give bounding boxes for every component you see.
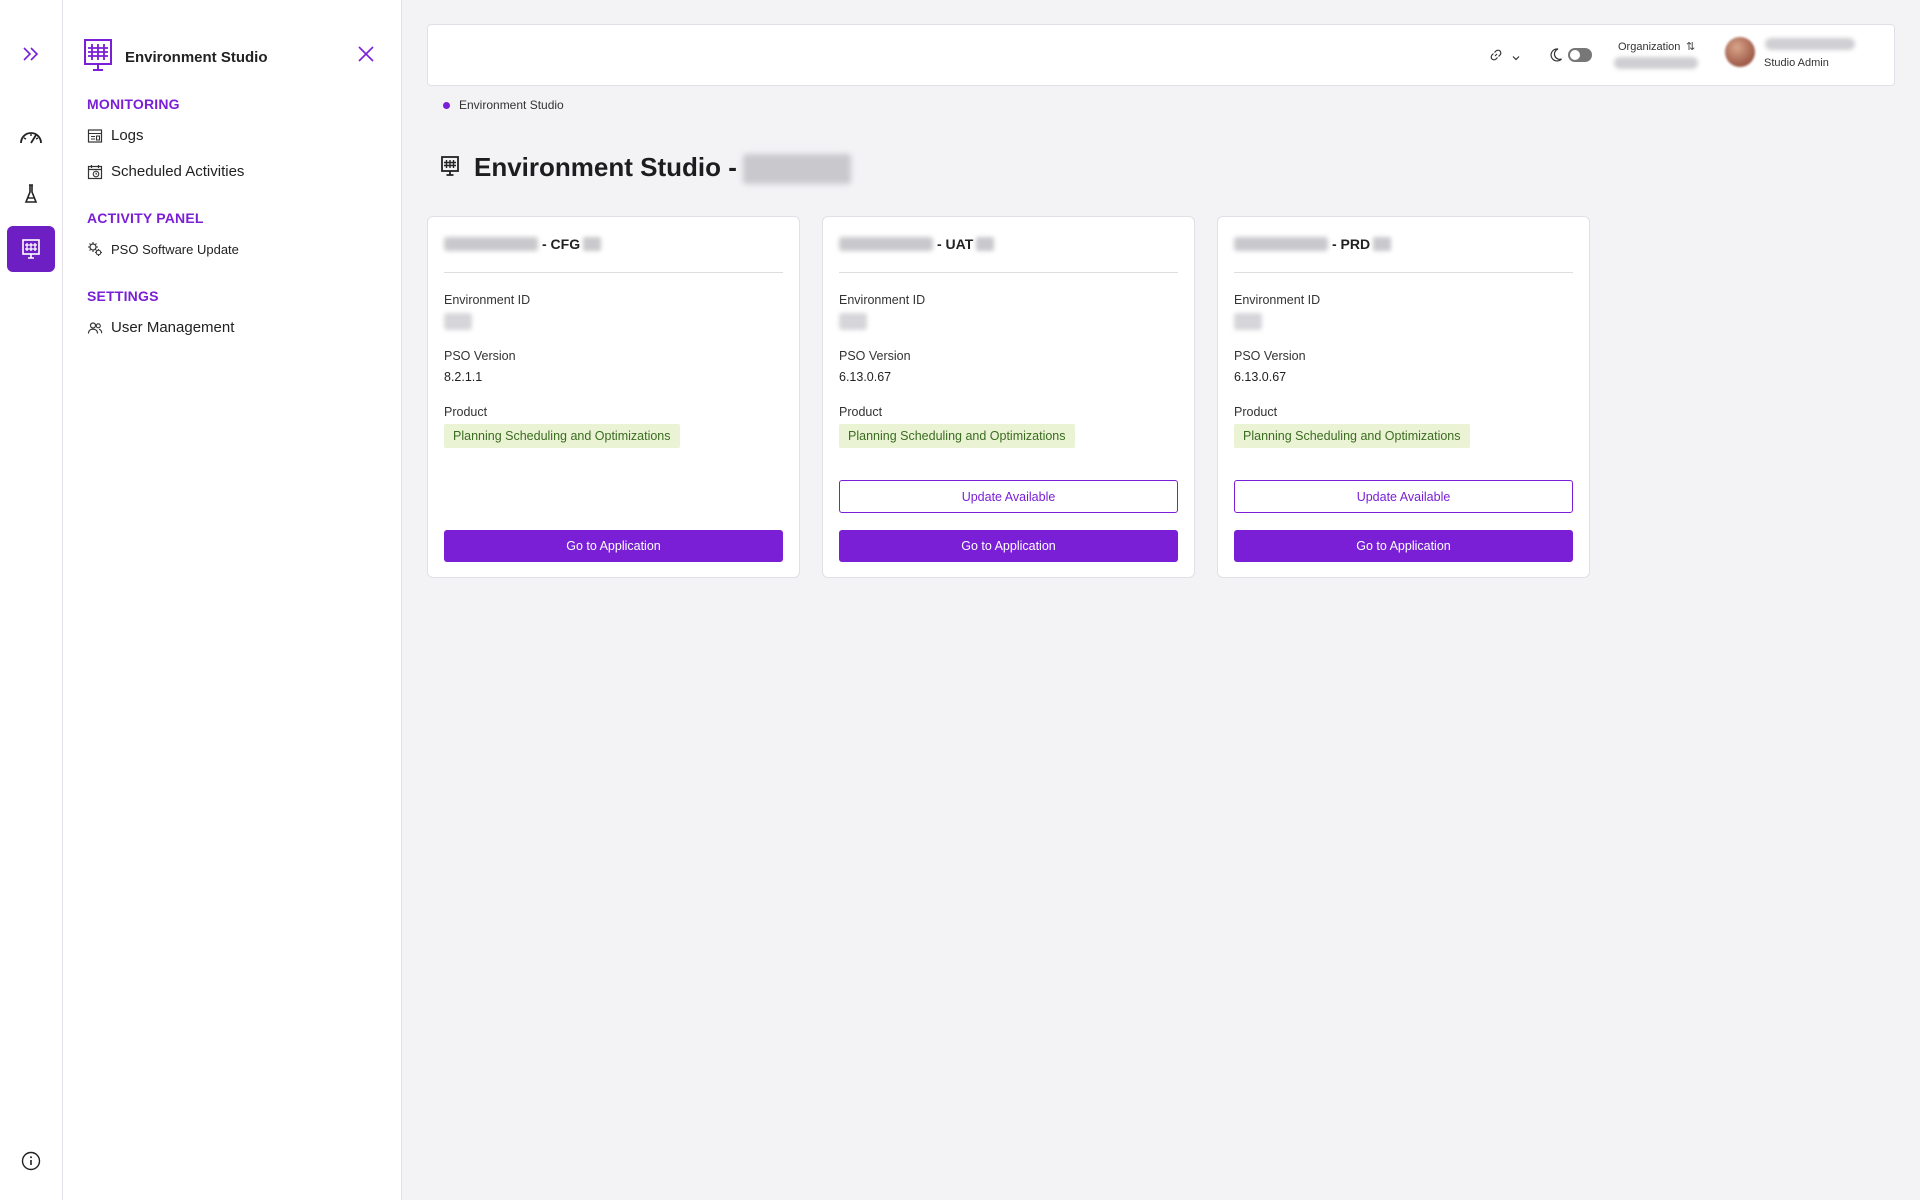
product-label: Product: [839, 405, 883, 419]
nav-item-scheduled-activities[interactable]: Scheduled Activities: [87, 163, 244, 180]
section-monitoring: MONITORING: [87, 96, 180, 112]
info-icon[interactable]: [7, 1138, 55, 1184]
section-activity-panel: ACTIVITY PANEL: [87, 210, 204, 226]
user-role: Studio Admin: [1764, 57, 1829, 69]
nav-item-label: Logs: [111, 127, 144, 144]
grid-board-icon: [440, 155, 460, 182]
pso-version-label: PSO Version: [839, 349, 911, 363]
avatar[interactable]: [1725, 37, 1755, 67]
card-suffix: - CFG: [542, 236, 581, 252]
grid-board-icon: [83, 38, 113, 77]
environment-card: - CFG Environment ID PSO Version 8.2.1.1…: [427, 216, 800, 578]
go-to-application-button[interactable]: Go to Application: [1234, 530, 1573, 562]
users-icon: [87, 320, 103, 336]
section-settings: SETTINGS: [87, 288, 159, 304]
go-to-application-button[interactable]: Go to Application: [444, 530, 783, 562]
panel-title: Environment Studio: [125, 49, 268, 66]
card-title: - PRD: [1234, 236, 1392, 252]
environment-id-redacted: [1234, 313, 1262, 330]
environment-id-label: Environment ID: [444, 293, 531, 307]
swap-organization-icon[interactable]: ⇅: [1686, 40, 1695, 53]
expand-chevrons-icon[interactable]: [7, 31, 55, 77]
dark-mode-toggle[interactable]: [1568, 48, 1592, 62]
go-to-application-button[interactable]: Go to Application: [839, 530, 1178, 562]
breadcrumb-dot: [443, 101, 450, 109]
icon-rail: [0, 0, 63, 1200]
environment-id-redacted: [444, 313, 472, 330]
environment-card: - UAT Environment ID PSO Version 6.13.0.…: [822, 216, 1195, 578]
nav-item-logs[interactable]: Logs: [87, 127, 144, 144]
page-title: Environment Studio -: [474, 152, 851, 185]
organization-label: Organization: [1618, 41, 1681, 53]
calendar-clock-icon: [87, 164, 103, 180]
divider: [839, 272, 1178, 273]
user-name-redacted: [1765, 38, 1855, 50]
nav-item-user-management[interactable]: User Management: [87, 319, 234, 336]
pso-version-value: 6.13.0.67: [839, 370, 892, 384]
product-badge: Planning Scheduling and Optimizations: [839, 424, 1075, 448]
panel-header: Environment Studio: [83, 38, 268, 77]
nav-item-pso-software-update[interactable]: PSO Software Update: [87, 241, 239, 257]
card-name-redacted: [444, 237, 538, 251]
page-title-row: Environment Studio -: [440, 152, 851, 185]
page-title-text: Environment Studio -: [474, 152, 737, 182]
card-name-redacted: [1234, 237, 1328, 251]
product-label: Product: [444, 405, 488, 419]
card-title: - CFG: [444, 236, 602, 252]
organization-value-redacted[interactable]: [1614, 57, 1698, 69]
environment-id-label: Environment ID: [1234, 293, 1321, 307]
card-title: - UAT: [839, 236, 995, 252]
gear-cog-icon: [87, 241, 103, 257]
moon-icon: [1549, 47, 1563, 68]
environment-id-label: Environment ID: [839, 293, 926, 307]
nav-item-label: Scheduled Activities: [111, 163, 245, 180]
logs-icon: [87, 128, 103, 144]
card-name-redacted: [839, 237, 933, 251]
top-header: Organization ⇅ Studio Admin: [427, 24, 1895, 86]
environment-id-redacted: [839, 313, 867, 330]
nav-item-label: PSO Software Update: [111, 241, 239, 257]
card-suffix-redacted: [1373, 237, 1392, 251]
pso-version-label: PSO Version: [444, 349, 516, 363]
divider: [1234, 272, 1573, 273]
divider: [444, 272, 783, 273]
product-badge: Planning Scheduling and Optimizations: [1234, 424, 1470, 448]
card-suffix-redacted: [583, 237, 602, 251]
breadcrumb: Environment Studio: [443, 98, 564, 112]
nav-item-label: User Management: [111, 319, 235, 336]
close-icon[interactable]: [356, 44, 376, 64]
flask-icon[interactable]: [7, 171, 55, 217]
environment-card: - PRD Environment ID PSO Version 6.13.0.…: [1217, 216, 1590, 578]
pso-version-value: 6.13.0.67: [1234, 370, 1287, 384]
page-title-redacted: [742, 154, 851, 185]
product-label: Product: [1234, 405, 1278, 419]
link-icon: [1489, 48, 1503, 67]
gauge-icon[interactable]: [7, 114, 55, 160]
pso-version-value: 8.2.1.1: [444, 370, 483, 384]
card-suffix-redacted: [976, 237, 995, 251]
links-dropdown[interactable]: [1489, 48, 1521, 67]
card-suffix: - PRD: [1332, 236, 1371, 252]
breadcrumb-current[interactable]: Environment Studio: [459, 98, 564, 112]
chevron-down-icon: [1511, 49, 1521, 67]
update-available-button[interactable]: Update Available: [839, 480, 1178, 513]
grid-board-icon[interactable]: [7, 226, 55, 272]
side-panel: Environment Studio MONITORING Logs Sched…: [63, 0, 402, 1200]
update-available-button[interactable]: Update Available: [1234, 480, 1573, 513]
pso-version-label: PSO Version: [1234, 349, 1306, 363]
product-badge: Planning Scheduling and Optimizations: [444, 424, 680, 448]
card-suffix: - UAT: [937, 236, 974, 252]
